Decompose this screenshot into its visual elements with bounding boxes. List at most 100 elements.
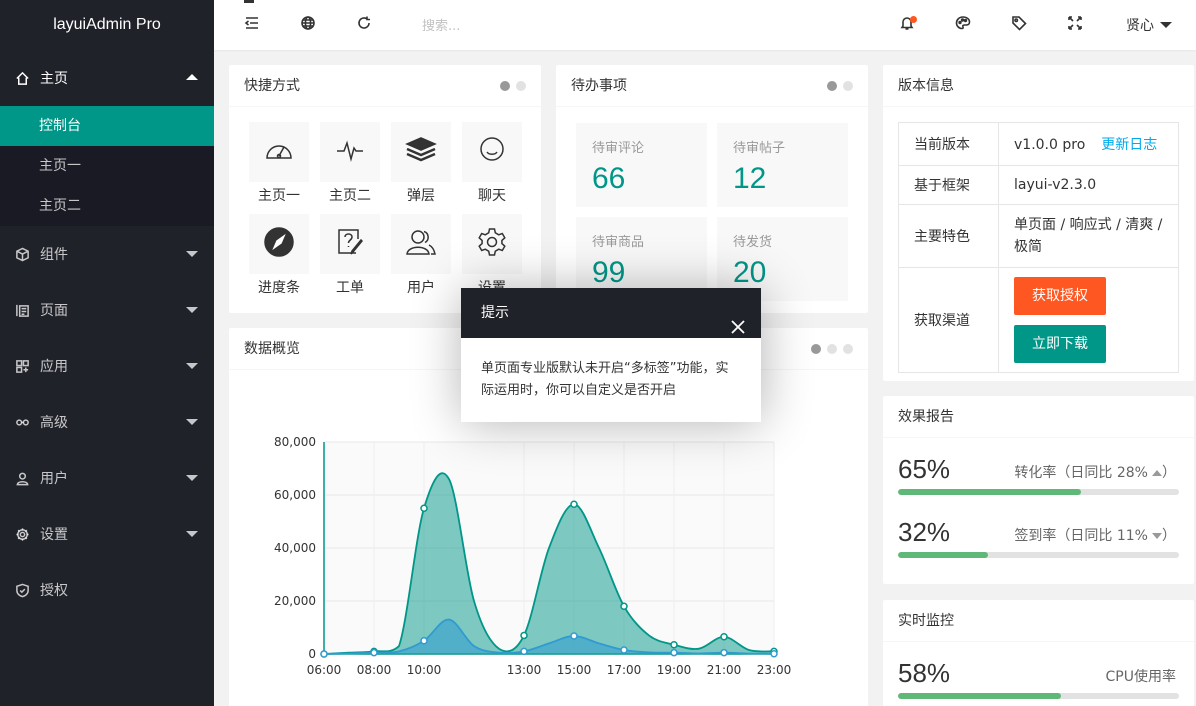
compass-icon <box>263 226 295 262</box>
senior-icon <box>14 414 30 430</box>
data-point <box>620 646 628 654</box>
gauge-icon <box>263 134 295 170</box>
get-license-button[interactable]: 获取授权 <box>1014 277 1106 315</box>
y-tick-label: 20,000 <box>274 594 316 608</box>
globe-icon <box>300 15 316 35</box>
todo-pending-posts[interactable]: 待审帖子 12 <box>717 123 848 207</box>
sidebar-subitem-console[interactable]: 控制台 <box>0 106 214 146</box>
menu-fold-icon <box>244 15 260 35</box>
sidebar-subitem-home1[interactable]: 主页一 <box>0 146 214 186</box>
close-icon[interactable] <box>731 305 747 334</box>
card-header: 快捷方式 <box>229 65 541 107</box>
shortcut-home1[interactable]: 主页一 <box>249 122 309 206</box>
effect-report-card: 效果报告 65% 转化率（日同比 28%） 32% 签到率（日同比 11%） <box>883 396 1194 584</box>
shrink-sidebar-button[interactable] <box>237 0 267 50</box>
website-button[interactable] <box>293 0 323 50</box>
carousel-dots <box>500 81 526 91</box>
shortcut-progress[interactable]: 进度条 <box>249 214 309 298</box>
refresh-button[interactable] <box>349 0 379 50</box>
data-point <box>620 602 628 611</box>
chevron-down-icon <box>186 251 198 257</box>
user-icon <box>14 470 30 486</box>
sidebar-item-components[interactable]: 组件 <box>0 226 214 282</box>
fullscreen-icon <box>1067 15 1083 35</box>
theme-button[interactable] <box>948 0 978 50</box>
card-title: 实时监控 <box>898 613 954 629</box>
carousel-dot[interactable] <box>500 81 510 91</box>
carousel-dot[interactable] <box>811 344 821 354</box>
download-button[interactable]: 立即下载 <box>1014 325 1106 363</box>
changelog-link[interactable]: 更新日志 <box>1101 137 1157 153</box>
card-header: 效果报告 <box>883 396 1194 438</box>
carousel-dot[interactable] <box>827 81 837 91</box>
shortcut-settings[interactable]: 设置 <box>462 214 522 298</box>
shortcut-home2[interactable]: 主页二 <box>320 122 380 206</box>
todo-value: 12 <box>733 162 767 195</box>
version-table: 当前版本 v1.0.0 pro 更新日志 基于框架 layui-v2.3.0 主要… <box>898 122 1179 373</box>
sidebar-item-label: 高级 <box>40 415 68 431</box>
search-input[interactable] <box>422 17 582 35</box>
shortcut-ticket[interactable]: 工单 <box>320 214 380 298</box>
todo-label: 待审帖子 <box>733 141 786 156</box>
card-header: 实时监控 <box>883 600 1194 642</box>
shortcut-layer[interactable]: 弹层 <box>391 122 451 206</box>
sidebar-item-home[interactable]: 主页 <box>0 50 214 106</box>
channel-value: 获取授权 立即下载 <box>998 267 1179 373</box>
sidebar-item-settings[interactable]: 设置 <box>0 506 214 562</box>
version-current: v1.0.0 pro <box>1014 137 1086 153</box>
sidebar-item-senior[interactable]: 高级 <box>0 394 214 450</box>
todo-pending-comments[interactable]: 待审评论 66 <box>576 123 707 207</box>
sidebar-item-apps[interactable]: 应用 <box>0 338 214 394</box>
data-point <box>420 637 428 645</box>
todo-label: 待发货 <box>733 235 773 250</box>
carousel-dot[interactable] <box>827 344 837 354</box>
shield-icon <box>14 582 30 598</box>
progress-fill <box>898 489 1081 495</box>
conversion-label: 转化率（日同比 28%） <box>1014 465 1176 481</box>
data-point <box>420 504 428 512</box>
sidebar-subitem-home2[interactable]: 主页二 <box>0 186 214 226</box>
shortcut-user[interactable]: 用户 <box>391 214 451 298</box>
features-value: 单页面 / 响应式 / 清爽 / 极简 <box>998 204 1179 268</box>
carousel-dot[interactable] <box>843 81 853 91</box>
data-point <box>520 631 528 640</box>
version-key: 当前版本 <box>898 122 999 166</box>
chevron-down-icon <box>186 419 198 425</box>
sidebar-item-users[interactable]: 用户 <box>0 450 214 506</box>
sidebar-item-auth[interactable]: 授权 <box>0 562 214 618</box>
chevron-down-icon <box>186 475 198 481</box>
refresh-icon <box>356 15 372 35</box>
sidebar-item-label: 设置 <box>40 527 68 543</box>
chevron-up-icon <box>186 74 198 80</box>
sidebar: layuiAdmin Pro 主页 控制台 主页一 主页二 组件 页面 应用 高… <box>0 0 214 706</box>
x-tick-label: 15:00 <box>557 663 592 677</box>
effect-row-conversion: 65% 转化率（日同比 28%） <box>883 454 1194 495</box>
x-tick-label: 17:00 <box>607 663 642 677</box>
x-tick-label: 23:00 <box>757 663 792 677</box>
user-menu[interactable]: 贤心 <box>1126 0 1172 50</box>
carousel-dot[interactable] <box>516 81 526 91</box>
data-point <box>670 640 678 649</box>
x-tick-label: 06:00 <box>307 663 342 677</box>
sidebar-subnav: 控制台 主页一 主页二 <box>0 106 214 226</box>
sidebar-item-pages[interactable]: 页面 <box>0 282 214 338</box>
notes-button[interactable] <box>1004 0 1034 50</box>
notifications-button[interactable] <box>892 0 922 50</box>
data-point <box>770 649 778 658</box>
shortcut-chat[interactable]: 聊天 <box>462 122 522 206</box>
shortcut-label: 弹层 <box>407 188 435 204</box>
shortcut-label: 主页二 <box>329 188 371 204</box>
effect-row-signin: 32% 签到率（日同比 11%） <box>883 517 1194 558</box>
x-tick-label: 13:00 <box>507 663 542 677</box>
data-point <box>520 647 528 656</box>
apps-icon <box>14 358 30 374</box>
carousel-dot[interactable] <box>843 344 853 354</box>
card-title: 快捷方式 <box>244 78 300 94</box>
fullscreen-button[interactable] <box>1060 0 1090 50</box>
card-title: 待办事项 <box>571 78 627 94</box>
y-tick-label: 0 <box>308 647 316 661</box>
app-logo[interactable]: layuiAdmin Pro <box>0 0 214 50</box>
y-tick-label: 40,000 <box>274 541 316 555</box>
signin-value: 32% <box>898 517 951 547</box>
settings-icon <box>476 226 508 262</box>
